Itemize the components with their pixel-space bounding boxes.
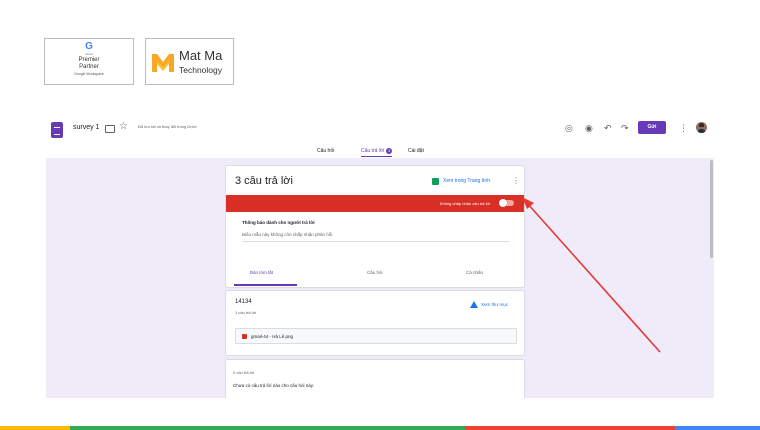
question-title: 14134 bbox=[235, 299, 252, 305]
active-tab-indicator bbox=[234, 284, 297, 286]
not-accepting-banner: Không chấp nhận câu trả lời bbox=[226, 195, 524, 212]
responses-panel: 3 câu trả lời Xem trong Trang tính ⋮ Khô… bbox=[46, 158, 714, 398]
tab-questions[interactable]: Câu hỏi bbox=[317, 147, 334, 155]
question-response-count: 1 câu trả lời bbox=[235, 310, 257, 315]
view-folder-link[interactable]: Xem thư mục bbox=[481, 302, 508, 307]
image-file-icon bbox=[242, 334, 247, 339]
responses-count-badge: 3 bbox=[386, 148, 393, 154]
no-responses-message: Chưa có câu trả lời nào cho câu hỏi này. bbox=[233, 383, 314, 388]
empty-response-count: 0 câu trả lời bbox=[233, 370, 255, 375]
matma-title: Mat Ma bbox=[179, 48, 223, 63]
respondent-message-label: Thông báo dành cho người trả lời bbox=[242, 220, 315, 225]
folder-icon[interactable] bbox=[105, 125, 115, 133]
preview-icon[interactable]: ◉ bbox=[585, 123, 593, 133]
accepting-responses-toggle[interactable] bbox=[499, 199, 514, 207]
matma-subtitle: Technology bbox=[179, 65, 223, 75]
scrollbar[interactable] bbox=[710, 160, 713, 258]
drive-icon[interactable] bbox=[470, 301, 478, 308]
send-button[interactable]: Gửi bbox=[638, 121, 666, 134]
response-count-title: 3 câu trả lời bbox=[235, 175, 293, 187]
not-accepting-text: Không chấp nhận câu trả lời bbox=[439, 201, 490, 206]
response-view-tabs: Bản tóm tắt Câu hỏi Cá nhân bbox=[226, 270, 524, 286]
forms-icon[interactable] bbox=[51, 122, 63, 138]
palette-icon[interactable]: ◎ bbox=[565, 123, 573, 133]
google-partner-logo: G Cloud Premier Partner Google Workspace bbox=[44, 38, 134, 85]
star-icon[interactable]: ☆ bbox=[119, 121, 128, 132]
premier-text: Premier bbox=[78, 57, 100, 63]
stripe-green bbox=[70, 426, 465, 430]
undo-icon[interactable]: ↶ bbox=[604, 123, 612, 133]
summary-card: 3 câu trả lời Xem trong Trang tính ⋮ Khô… bbox=[225, 165, 525, 288]
view-in-sheets-link[interactable]: Xem trong Trang tính bbox=[443, 178, 490, 184]
tab-settings[interactable]: Cài đặt bbox=[408, 147, 424, 155]
stripe-yellow bbox=[0, 426, 70, 430]
redo-icon[interactable]: ↷ bbox=[621, 123, 629, 133]
more-options-icon[interactable]: ⋮ bbox=[512, 176, 520, 185]
uploaded-file-item[interactable]: gmail-44 - Hà Lê.png bbox=[235, 328, 517, 344]
tab-individual[interactable]: Cá nhân bbox=[466, 270, 483, 275]
sheets-icon[interactable] bbox=[432, 178, 439, 185]
workspace-text: Google Workspace bbox=[74, 72, 104, 76]
partner-text: Partner bbox=[79, 64, 99, 70]
stripe-red bbox=[465, 426, 675, 430]
tab-question[interactable]: Câu hỏi bbox=[367, 270, 383, 275]
file-name: gmail-44 - Hà Lê.png bbox=[251, 334, 294, 339]
avatar[interactable] bbox=[696, 122, 707, 133]
form-title[interactable]: survey 1 bbox=[73, 124, 99, 131]
toggle-knob bbox=[499, 199, 507, 207]
more-vert-icon[interactable]: ⋮ bbox=[679, 123, 688, 133]
empty-question-card: 0 câu trả lời Chưa có câu trả lời nào ch… bbox=[225, 359, 525, 398]
tab-summary[interactable]: Bản tóm tắt bbox=[250, 270, 273, 275]
save-status: Đã lưu tất cả thay đổi trong Drive bbox=[138, 124, 197, 129]
forms-header: survey 1 ☆ Đã lưu tất cả thay đổi trong … bbox=[46, 118, 716, 157]
stripe-blue bbox=[675, 426, 760, 430]
tab-responses-label: Câu trả lời bbox=[361, 148, 385, 154]
google-g-icon: G bbox=[85, 41, 93, 52]
question-summary-card: 14134 1 câu trả lời Xem thư mục gmail-44… bbox=[225, 290, 525, 356]
tab-responses[interactable]: Câu trả lời 3 bbox=[361, 147, 393, 157]
page: G Cloud Premier Partner Google Workspace… bbox=[0, 0, 760, 430]
brand-stripe bbox=[0, 426, 760, 430]
matma-mark-icon bbox=[152, 54, 174, 72]
matma-logo: Mat Ma Technology bbox=[145, 38, 234, 85]
respondent-message-input[interactable]: Biểu mẫu này không còn chấp nhận phản hồ… bbox=[242, 232, 509, 242]
